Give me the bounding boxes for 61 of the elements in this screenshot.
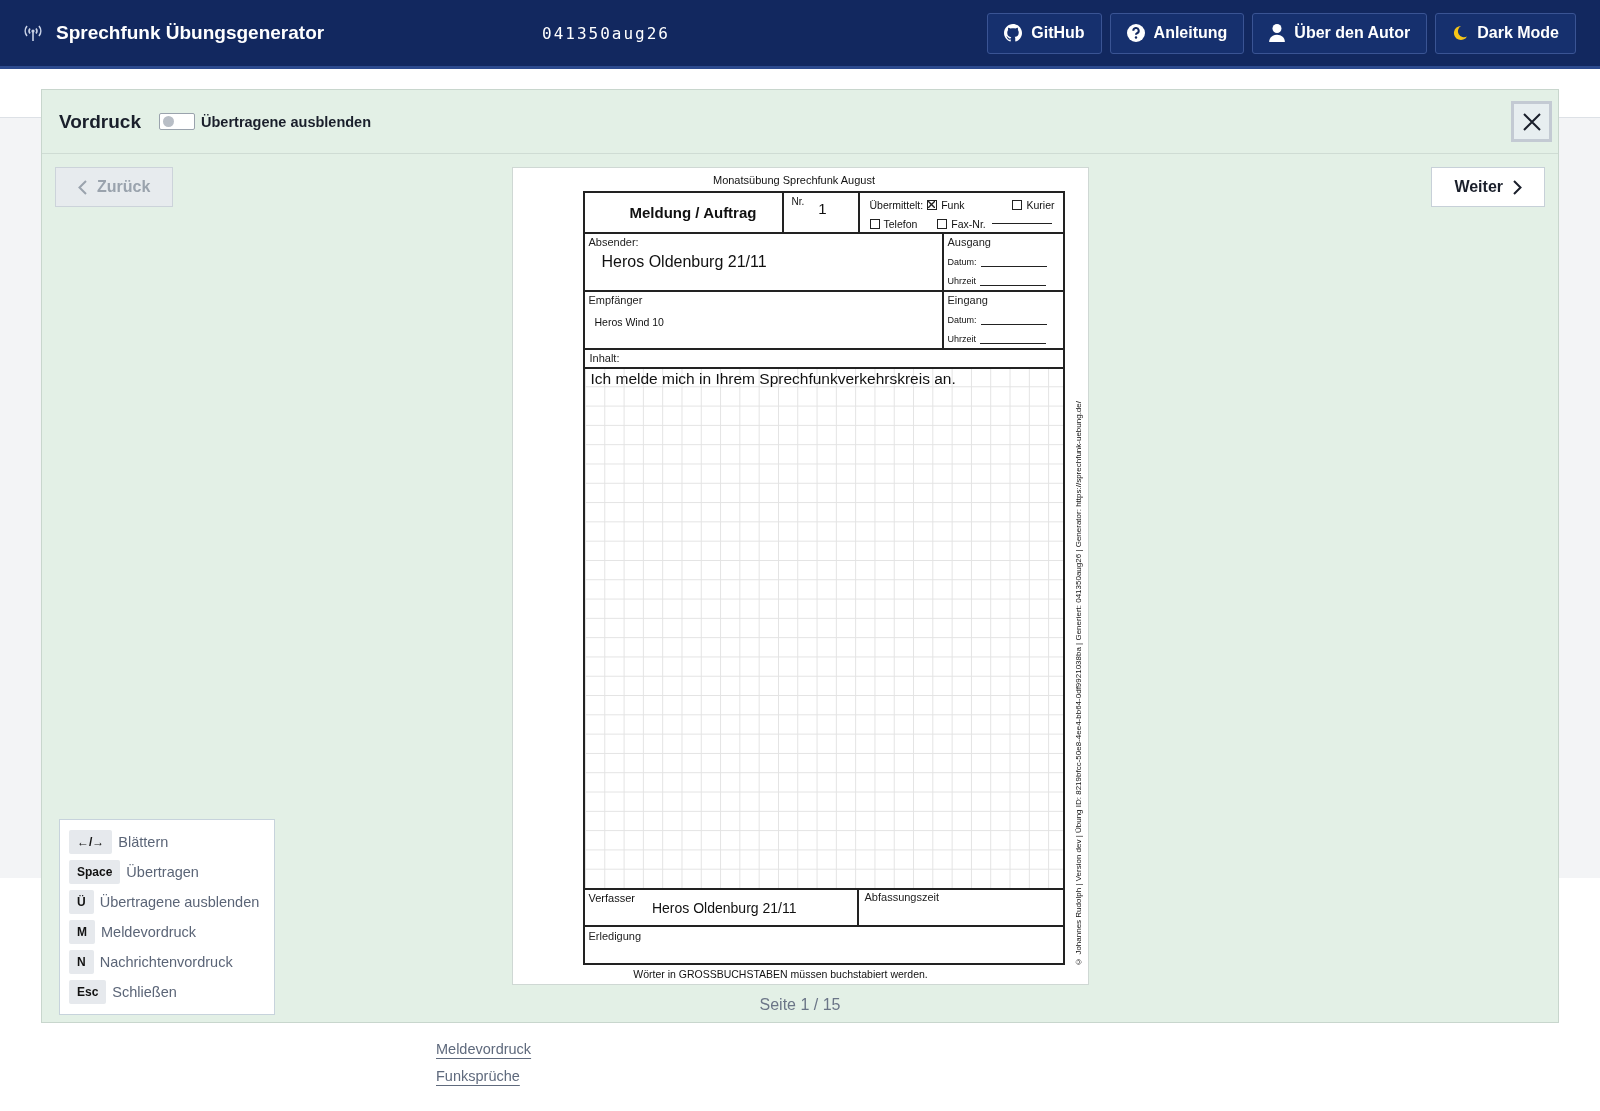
person-icon (1269, 24, 1286, 42)
sender-value: Heros Oldenburg 21/11 (600, 252, 768, 271)
key-badge: ←/→ (69, 830, 113, 854)
page-indicator: Seite 1 / 15 (759, 996, 841, 1014)
number-label: Nr. (791, 196, 805, 207)
checkbox-label: Funk (941, 198, 965, 211)
key-badge: Ü (69, 890, 94, 914)
sender-label: Absender: (588, 236, 640, 248)
author-label: Verfasser (588, 892, 635, 904)
cat-logo-icon (1004, 24, 1023, 42)
toggle-label: Übertragene ausblenden (201, 113, 372, 130)
shortcut-label: Blättern (118, 834, 169, 850)
toggle-switch[interactable] (159, 113, 195, 130)
field-label: Datum: (947, 257, 977, 267)
shortcut-label: Übertragen (126, 864, 199, 880)
completion-label: Erledigung (588, 930, 642, 944)
next-button[interactable]: Weiter (1431, 167, 1545, 207)
sheet-heading: Monatsübung Sprechfunk August (711, 173, 877, 188)
checkbox-label: Kurier (1026, 198, 1055, 211)
exercise-code: 041350aug26 (542, 23, 671, 43)
key-badge: Space (69, 860, 121, 884)
shortcut-label: Nachrichtenvordruck (99, 954, 233, 970)
chevron-left-icon (78, 179, 87, 195)
close-icon (1522, 112, 1541, 131)
recipient-value: Heros Wind 10 (593, 315, 665, 328)
moon-icon (1452, 25, 1469, 41)
checkbox-label: Telefon (883, 217, 918, 230)
message-content: Ich melde mich in Ihrem Sprechfunkverkehrskreis an. (589, 369, 956, 389)
field-label: Datum: (947, 315, 977, 325)
drafting-time-label: Abfassungszeit (864, 891, 941, 903)
footer-link[interactable]: Meldevordruck (436, 1039, 532, 1066)
header-button[interactable]: GitHub (987, 12, 1102, 54)
form-title: Meldung / Auftrag (628, 203, 758, 223)
side-note: © Johannes Rudolph | Version dev | Übung ID: 8219bfcc-50e8-4ee4-bb64-0df9921038ba | Generiert: 041350aug26 | Generator: https://sprechfunk-uebung.de/ (1073, 401, 1083, 966)
chevron-right-icon (1513, 179, 1522, 195)
header-button[interactable]: Über den Autor (1252, 12, 1428, 54)
help-icon (1126, 24, 1145, 42)
header-button[interactable]: Anleitung (1109, 12, 1245, 54)
sheet-footnote: Wörter in GROSSBUCHSTABEN müssen buchstabiert werden. (632, 968, 929, 980)
field-label: Uhrzeit (947, 334, 976, 344)
message-number: 1 (818, 200, 827, 217)
field-label: Uhrzeit (947, 276, 976, 286)
shortcut-label: Meldevordruck (101, 924, 197, 940)
close-button[interactable] (1511, 101, 1552, 142)
checkbox-label: Fax-Nr. (951, 217, 986, 230)
dialog-title: Vordruck (59, 110, 141, 133)
shortcut-label: Schließen (112, 984, 177, 1000)
antenna-icon (22, 24, 44, 42)
key-badge: N (69, 950, 94, 974)
shortcut-label: Übertragene ausblenden (99, 894, 260, 910)
author-value: Heros Oldenburg 21/11 (651, 900, 797, 916)
app-title: Sprechfunk Übungsgenerator (56, 22, 325, 44)
footer-link[interactable]: Funksprüche (436, 1066, 520, 1093)
recipient-label: Empfänger (588, 294, 644, 306)
content-label: Inhalt: (589, 352, 620, 366)
key-badge: M (69, 920, 95, 944)
transmitted-label: Übermittelt: (869, 198, 924, 211)
header-button[interactable]: Dark Mode (1435, 12, 1576, 54)
incoming-label: Eingang (947, 294, 989, 306)
key-badge: Esc (69, 980, 107, 1004)
outgoing-label: Ausgang (947, 236, 992, 248)
